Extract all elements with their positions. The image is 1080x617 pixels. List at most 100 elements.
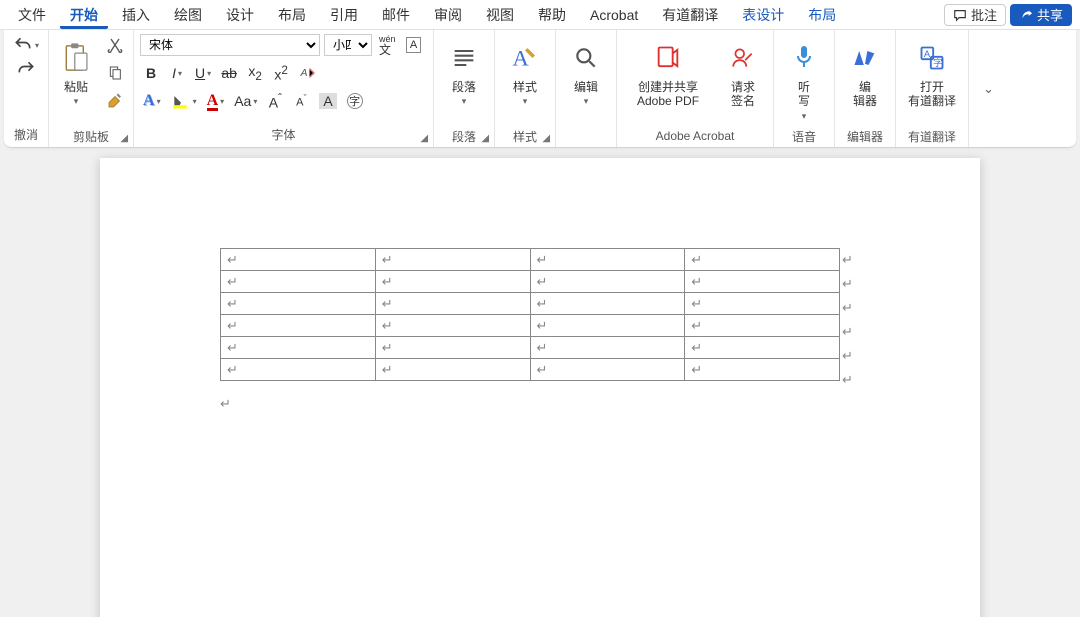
table-cell[interactable]: ↵ [221, 249, 376, 271]
table-row[interactable]: ↵↵↵↵ [221, 315, 840, 337]
translate-icon: A字 [918, 44, 946, 72]
superscript-button[interactable]: x2 [270, 62, 292, 84]
menu-home[interactable]: 开始 [60, 1, 108, 29]
comments-button[interactable]: 批注 [944, 4, 1006, 26]
table-cell[interactable]: ↵ [685, 271, 840, 293]
character-border-button[interactable]: A [403, 34, 425, 56]
acrobat-create-button[interactable]: 创建并共享 Adobe PDF [623, 34, 713, 126]
paragraph-launcher[interactable]: ◢ [478, 132, 492, 145]
table-cell[interactable]: ↵ [685, 359, 840, 381]
highlight-button[interactable] [168, 90, 200, 112]
table-cell[interactable]: ↵ [221, 293, 376, 315]
table-row[interactable]: ↵↵↵↵ [221, 293, 840, 315]
shrink-font-button[interactable]: Aˇ [290, 90, 312, 112]
styles-launcher[interactable]: ◢ [539, 132, 553, 145]
table-cell[interactable]: ↵ [375, 359, 530, 381]
menu-view[interactable]: 视图 [476, 1, 524, 29]
text-effects-button[interactable]: A [140, 90, 164, 112]
table-cell[interactable]: ↵ [685, 337, 840, 359]
table-cell[interactable]: ↵ [530, 337, 685, 359]
menu-review[interactable]: 审阅 [424, 1, 472, 29]
table-cell[interactable]: ↵ [685, 293, 840, 315]
font-size-select[interactable]: 小四 [324, 34, 372, 56]
table-cell[interactable]: ↵ [530, 359, 685, 381]
table-cell[interactable]: ↵ [375, 337, 530, 359]
menu-help[interactable]: 帮助 [528, 1, 576, 29]
editor-button[interactable]: 编 辑器 [841, 34, 889, 126]
table-cell[interactable]: ↵ [685, 249, 840, 271]
menu-table-layout[interactable]: 布局 [798, 1, 846, 29]
editing-button[interactable]: 编辑 ▾ [562, 34, 610, 126]
font-name-select[interactable]: 宋体 [140, 34, 320, 56]
font-color-button[interactable]: A [204, 90, 228, 112]
menu-file[interactable]: 文件 [8, 1, 56, 29]
document-page[interactable]: ↵↵↵↵↵↵↵↵↵↵↵↵↵↵↵↵↵↵↵↵↵↵↵↵ ↵↵↵↵↵↵ ↵ [100, 158, 980, 617]
phonetic-guide-button[interactable]: wén文 [376, 34, 399, 56]
ribbon-collapse-button[interactable]: ⌄ [969, 73, 1008, 105]
table-cell[interactable]: ↵ [221, 271, 376, 293]
table-cell[interactable]: ↵ [375, 271, 530, 293]
character-shading-button[interactable]: A [316, 90, 339, 112]
shrink-font-icon: Aˇ [296, 93, 306, 109]
table-cell[interactable]: ↵ [530, 271, 685, 293]
table-cell[interactable]: ↵ [530, 249, 685, 271]
format-painter-button[interactable] [103, 90, 127, 112]
bold-button[interactable]: B [140, 62, 162, 84]
acrobat-sign-button[interactable]: 请求 签名 [719, 34, 767, 126]
clear-formatting-button[interactable]: A [296, 62, 320, 84]
table-cell[interactable]: ↵ [375, 249, 530, 271]
paragraph-button[interactable]: 段落 ▾ [440, 34, 488, 126]
menu-mailings[interactable]: 邮件 [372, 1, 420, 29]
menu-draw[interactable]: 绘图 [164, 1, 212, 29]
table-row[interactable]: ↵↵↵↵ [221, 249, 840, 271]
underline-button[interactable]: U [192, 62, 214, 84]
table-cell[interactable]: ↵ [221, 337, 376, 359]
dictate-button[interactable]: 听 写 ▾ [780, 34, 828, 126]
cut-button[interactable] [104, 34, 126, 56]
styles-button[interactable]: A 样式 ▾ [501, 34, 549, 126]
group-undo: 撤消 [4, 30, 49, 147]
highlight-icon [171, 92, 191, 110]
table-row[interactable]: ↵↵↵↵ [221, 337, 840, 359]
table-cell[interactable]: ↵ [685, 315, 840, 337]
share-button[interactable]: 共享 [1010, 4, 1072, 26]
menu-youdao[interactable]: 有道翻译 [652, 1, 728, 29]
grow-font-button[interactable]: Aˆ [264, 90, 286, 112]
group-acrobat: 创建并共享 Adobe PDF 请求 签名 Adobe Acrobat [617, 30, 774, 147]
table-cell[interactable]: ↵ [221, 315, 376, 337]
copy-icon [107, 65, 123, 81]
table-cell[interactable]: ↵ [375, 293, 530, 315]
menu-references[interactable]: 引用 [320, 1, 368, 29]
paste-button[interactable]: 粘贴 ▾ [55, 34, 97, 126]
workspace[interactable]: ↵↵↵↵↵↵↵↵↵↵↵↵↵↵↵↵↵↵↵↵↵↵↵↵ ↵↵↵↵↵↵ ↵ [0, 148, 1080, 617]
subscript-button[interactable]: x2 [244, 62, 266, 84]
copy-button[interactable] [104, 62, 126, 84]
youdao-button[interactable]: A字 打开 有道翻译 [902, 34, 962, 126]
menu-layout[interactable]: 布局 [268, 1, 316, 29]
menu-acrobat[interactable]: Acrobat [580, 3, 648, 27]
table-row[interactable]: ↵↵↵↵ [221, 271, 840, 293]
menu-design[interactable]: 设计 [216, 1, 264, 29]
font-launcher[interactable]: ◢ [417, 132, 431, 145]
menu-table-design[interactable]: 表设计 [732, 1, 794, 29]
strikethrough-button[interactable]: ab [218, 62, 240, 84]
bold-icon: B [146, 65, 156, 81]
phonetic-guide-icon: wén文 [379, 35, 396, 56]
redo-button[interactable] [13, 58, 39, 80]
change-case-button[interactable]: Aa [231, 90, 260, 112]
table-cell[interactable]: ↵ [221, 359, 376, 381]
table-cell[interactable]: ↵ [375, 315, 530, 337]
youdao-label: 打开 有道翻译 [908, 80, 956, 109]
table-cell[interactable]: ↵ [530, 315, 685, 337]
undo-button[interactable] [10, 34, 42, 56]
change-case-icon: Aa [234, 93, 251, 109]
menu-insert[interactable]: 插入 [112, 1, 160, 29]
document-table[interactable]: ↵↵↵↵↵↵↵↵↵↵↵↵↵↵↵↵↵↵↵↵↵↵↵↵ [220, 248, 840, 381]
italic-button[interactable]: I [166, 62, 188, 84]
group-clipboard-label: 剪贴板 [55, 126, 127, 147]
character-shading-icon: A [319, 93, 336, 109]
table-cell[interactable]: ↵ [530, 293, 685, 315]
clipboard-launcher[interactable]: ◢ [117, 132, 131, 145]
enclose-characters-button[interactable]: 字 [344, 90, 366, 112]
table-row[interactable]: ↵↵↵↵ [221, 359, 840, 381]
